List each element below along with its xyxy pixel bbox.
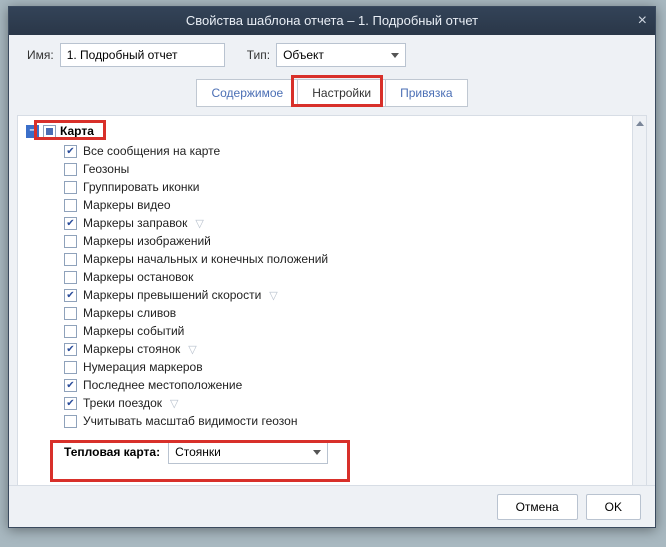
heatmap-select[interactable]: Стоянки <box>168 440 328 464</box>
item-checkbox[interactable] <box>64 199 77 212</box>
item-checkbox[interactable] <box>64 289 77 302</box>
list-item: Маркеры начальных и конечных положений <box>64 250 622 268</box>
item-label: Маркеры превышений скорости <box>83 288 261 302</box>
chevron-down-icon <box>391 53 399 58</box>
heatmap-select-value: Стоянки <box>175 445 221 459</box>
item-label: Последнее местоположение <box>83 378 242 392</box>
map-items-list: Все сообщения на карте Геозоны Группироват… <box>64 142 622 430</box>
type-select-value: Объект <box>283 48 324 62</box>
item-checkbox[interactable] <box>64 217 77 230</box>
chevron-down-icon <box>313 450 321 455</box>
type-select[interactable]: Объект <box>276 43 406 67</box>
item-checkbox[interactable] <box>64 235 77 248</box>
list-item: Треки поездок ▽ <box>64 394 622 412</box>
list-item: Маркеры изображений <box>64 232 622 250</box>
item-label: Треки поездок <box>83 396 162 410</box>
item-checkbox[interactable] <box>64 307 77 320</box>
dialog-footer: Отмена OK <box>9 485 655 527</box>
heatmap-row: Тепловая карта: Стоянки <box>64 440 622 464</box>
list-item: Геозоны <box>64 160 622 178</box>
list-item: Маркеры остановок <box>64 268 622 286</box>
item-label: Маркеры начальных и конечных положений <box>83 252 328 266</box>
scroll-up-icon[interactable] <box>633 116 646 130</box>
item-label: Нумерация маркеров <box>83 360 203 374</box>
item-label: Геозоны <box>83 162 129 176</box>
tab-binding[interactable]: Привязка <box>385 79 467 107</box>
header-row: Имя: Тип: Объект <box>9 35 655 73</box>
item-checkbox[interactable] <box>64 397 77 410</box>
item-label: Маркеры сливов <box>83 306 176 320</box>
item-checkbox[interactable] <box>64 325 77 338</box>
item-label: Маркеры видео <box>83 198 171 212</box>
list-item: Нумерация маркеров <box>64 358 622 376</box>
name-input[interactable] <box>60 43 225 67</box>
item-checkbox[interactable] <box>64 145 77 158</box>
group-header-map: – Карта <box>26 124 622 138</box>
list-item: Маркеры заправок ▽ <box>64 214 622 232</box>
item-label: Маркеры событий <box>83 324 184 338</box>
list-item: Маркеры сливов <box>64 304 622 322</box>
item-label: Маркеры заправок <box>83 216 187 230</box>
item-label: Маркеры остановок <box>83 270 193 284</box>
item-checkbox[interactable] <box>64 361 77 374</box>
tab-settings[interactable]: Настройки <box>297 79 386 107</box>
list-item: Маркеры событий <box>64 322 622 340</box>
item-label: Учитывать масштаб видимости геозон <box>83 414 297 428</box>
item-label: Маркеры изображений <box>83 234 211 248</box>
item-label: Группировать иконки <box>83 180 199 194</box>
filter-icon[interactable]: ▽ <box>269 289 277 302</box>
collapse-icon[interactable]: – <box>26 125 39 138</box>
tab-content[interactable]: Содержимое <box>196 79 298 107</box>
tab-bar: Содержимое Настройки Привязка <box>9 79 655 107</box>
item-checkbox[interactable] <box>64 379 77 392</box>
report-template-dialog: Свойства шаблона отчета – 1. Подробный о… <box>8 6 656 528</box>
list-item: Последнее местоположение <box>64 376 622 394</box>
name-label: Имя: <box>27 48 54 62</box>
filter-icon[interactable]: ▽ <box>188 343 196 356</box>
scrollbar[interactable] <box>632 116 646 498</box>
filter-icon[interactable]: ▽ <box>195 217 203 230</box>
item-checkbox[interactable] <box>64 163 77 176</box>
item-checkbox[interactable] <box>64 415 77 428</box>
dialog-titlebar: Свойства шаблона отчета – 1. Подробный о… <box>9 7 655 35</box>
group-title-map: Карта <box>60 124 94 138</box>
ok-button[interactable]: OK <box>586 494 641 520</box>
scroll-area[interactable]: – Карта Все сообщения на карте Геозоны Гру… <box>18 116 632 498</box>
list-item: Учитывать масштаб видимости геозон <box>64 412 622 430</box>
dialog-title: Свойства шаблона отчета – 1. Подробный о… <box>186 13 478 28</box>
heatmap-label: Тепловая карта: <box>64 445 160 459</box>
item-checkbox[interactable] <box>64 253 77 266</box>
item-checkbox[interactable] <box>64 271 77 284</box>
list-item: Группировать иконки <box>64 178 622 196</box>
item-label: Маркеры стоянок <box>83 342 180 356</box>
cancel-button[interactable]: Отмена <box>497 494 578 520</box>
list-item: Маркеры стоянок ▽ <box>64 340 622 358</box>
item-checkbox[interactable] <box>64 343 77 356</box>
list-item: Маркеры видео <box>64 196 622 214</box>
filter-icon[interactable]: ▽ <box>170 397 178 410</box>
item-checkbox[interactable] <box>64 181 77 194</box>
item-label: Все сообщения на карте <box>83 144 220 158</box>
type-label: Тип: <box>247 48 270 62</box>
group-checkbox-map[interactable] <box>43 125 56 138</box>
list-item: Маркеры превышений скорости ▽ <box>64 286 622 304</box>
list-item: Все сообщения на карте <box>64 142 622 160</box>
close-icon[interactable]: × <box>638 7 647 35</box>
content-panel: – Карта Все сообщения на карте Геозоны Гру… <box>17 115 647 499</box>
